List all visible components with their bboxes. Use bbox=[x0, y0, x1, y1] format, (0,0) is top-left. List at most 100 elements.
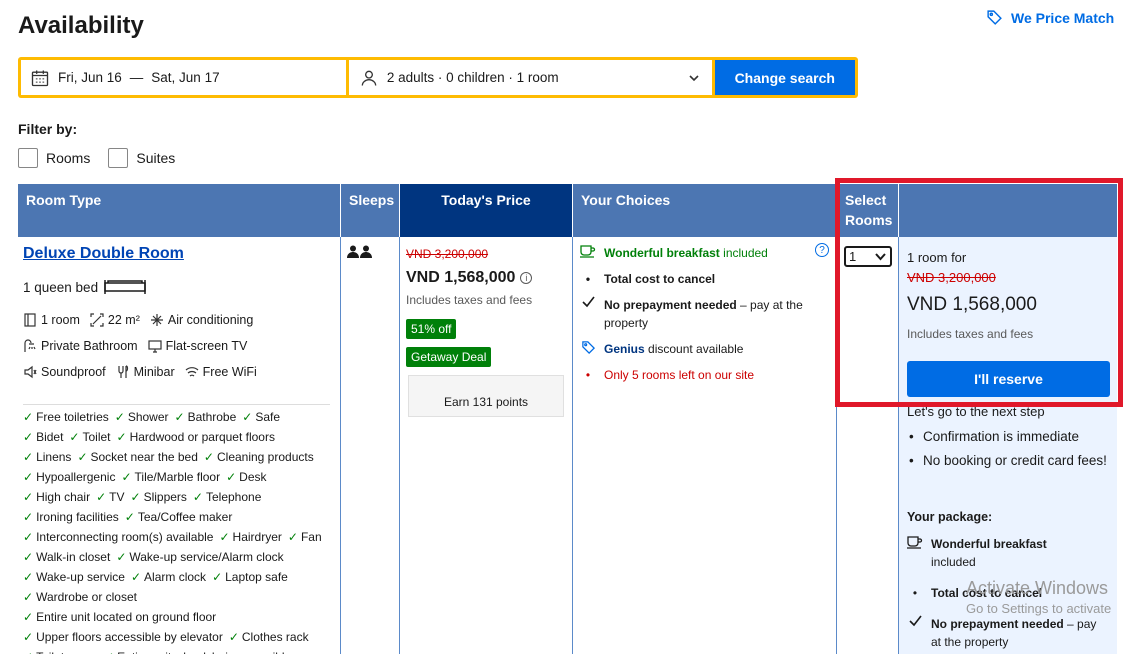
price-cell: VND 3,200,000 VND 1,568,000 i Includes t… bbox=[400, 237, 573, 654]
date-picker[interactable]: Fri, Jun 16 — Sat, Jun 17 bbox=[21, 60, 346, 95]
checkmark-icon: ✓ bbox=[116, 430, 127, 444]
checkmark-icon: ✓ bbox=[121, 470, 132, 484]
bed-icon bbox=[104, 280, 146, 294]
amenity-item: ✓ Tea/Coffee maker bbox=[124, 510, 233, 524]
rooms-label: Rooms bbox=[46, 150, 91, 166]
header-your-choices: Your Choices bbox=[573, 184, 837, 237]
change-search-button[interactable]: Change search bbox=[714, 60, 855, 95]
checkmark-icon bbox=[581, 296, 595, 308]
checkmark-icon: ✓ bbox=[23, 570, 34, 584]
room-type-cell: Deluxe Double Room 1 queen bed 1 room 22… bbox=[18, 237, 341, 654]
amenity-item: ✓ Tile/Marble floor bbox=[121, 470, 221, 484]
points-box: Earn 131 points bbox=[408, 375, 564, 417]
amenity-item: ✓ Telephone bbox=[192, 490, 262, 504]
rooms-for-label: 1 room for bbox=[907, 250, 967, 265]
price-match-label: We Price Match bbox=[1011, 9, 1115, 26]
checkmark-icon: ✓ bbox=[77, 450, 88, 464]
price-match-link[interactable]: We Price Match bbox=[986, 9, 1114, 26]
choice-prepayment: No prepayment needed – pay at the proper… bbox=[580, 296, 830, 332]
checkmark-icon: ✓ bbox=[23, 530, 34, 544]
checkmark-icon: ✓ bbox=[203, 450, 214, 464]
tv-icon bbox=[147, 340, 162, 353]
amenity-item: ✓ High chair bbox=[23, 490, 91, 504]
checkmark-icon: ✓ bbox=[23, 510, 34, 524]
amenity-item: ✓Toilet paper bbox=[23, 650, 98, 654]
filter-suites[interactable]: Suites bbox=[108, 148, 175, 168]
facilities-row-3: Soundproof Minibar Free WiFi bbox=[23, 365, 257, 379]
checkmark-icon: ✓ bbox=[23, 550, 34, 564]
checkmark-icon bbox=[908, 615, 922, 627]
current-price: VND 1,568,000 i bbox=[406, 269, 533, 287]
divider bbox=[23, 404, 330, 405]
amenity-item: ✓ Bidet bbox=[23, 430, 64, 444]
checkmark-icon: ✓ bbox=[219, 530, 230, 544]
bullet-icon: • bbox=[585, 368, 591, 382]
bullet-icon: • bbox=[585, 272, 591, 286]
windows-watermark: Activate Windows Go to Settings to activ… bbox=[966, 578, 1111, 616]
tag-icon bbox=[581, 341, 595, 355]
filter-rooms[interactable]: Rooms bbox=[18, 148, 90, 168]
choice-genius: Genius discount available bbox=[580, 340, 830, 358]
benefits-list: Confirmation is immediate No booking or … bbox=[907, 427, 1107, 471]
room-quantity-select[interactable]: 1 bbox=[844, 246, 892, 267]
rooms-checkbox[interactable] bbox=[18, 148, 38, 168]
checkmark-icon: ✓ bbox=[23, 450, 34, 464]
next-step-label: Let's go to the next step bbox=[907, 404, 1045, 419]
size-icon bbox=[90, 313, 104, 327]
taxes-note: Includes taxes and fees bbox=[406, 293, 533, 307]
search-bar: Fri, Jun 16 — Sat, Jun 17 2 adults · 0 c… bbox=[18, 57, 858, 98]
discount-badge: 51% off bbox=[406, 319, 457, 339]
sleeps-cell bbox=[341, 237, 400, 654]
shower-icon bbox=[24, 339, 36, 352]
watermark-line-2: Go to Settings to activate bbox=[966, 601, 1112, 616]
amenities-list: ✓ Free toiletries ✓ Shower ✓ Bathrobe ✓ Safe ✓ Bi… bbox=[23, 407, 330, 654]
reserve-taxes: Includes taxes and fees bbox=[907, 327, 1034, 341]
room-name-link[interactable]: Deluxe Double Room bbox=[23, 245, 184, 263]
amenity-row: ✓ Hypoallergenic ✓ Tile/Marble floor ✓ Desk bbox=[23, 467, 330, 487]
amenity-item: ✓ Hypoallergenic bbox=[23, 470, 116, 484]
reserve-button[interactable]: I'll reserve bbox=[907, 361, 1110, 397]
checkmark-icon: ✓ bbox=[174, 410, 185, 424]
choice-scarcity: • Only 5 rooms left on our site bbox=[580, 366, 830, 384]
amenity-item: ✓ Socket near the bed bbox=[77, 450, 198, 464]
amenity-item: ✓ Clothes rack bbox=[228, 630, 309, 644]
bed-info: 1 queen bed bbox=[23, 279, 146, 295]
amenity-row: ✓ High chair ✓ TV ✓ Slippers ✓ Telephone bbox=[23, 487, 330, 507]
amenity-item: ✓ Desk bbox=[226, 470, 267, 484]
guests-summary: 2 adults · 0 children · 1 room bbox=[386, 70, 559, 85]
facilities-row-1: 1 room 22 m² Air conditioning bbox=[23, 313, 253, 327]
wifi-icon bbox=[185, 367, 199, 377]
suites-checkbox[interactable] bbox=[108, 148, 129, 168]
amenity-item: ✓ Bathrobe bbox=[174, 410, 237, 424]
reserve-current-price: VND 1,568,000 bbox=[907, 294, 1037, 315]
amenity-row: ✓ Ironing facilities ✓ Tea/Coffee maker bbox=[23, 507, 330, 527]
package-breakfast: Wonderful breakfast included bbox=[907, 535, 1107, 571]
amenity-item: ✓ Interconnecting room(s) available bbox=[23, 530, 214, 544]
package-prepayment: No prepayment needed – pay at the proper… bbox=[907, 615, 1107, 651]
date-separator: — bbox=[129, 70, 144, 85]
header-room-type: Room Type bbox=[18, 184, 341, 237]
amenity-item: ✓ Wake-up service bbox=[23, 570, 125, 584]
checkmark-icon: ✓ bbox=[228, 630, 239, 644]
amenity-item: ✓ Cleaning products bbox=[203, 450, 314, 464]
check-in-date: Fri, Jun 16 bbox=[58, 70, 122, 85]
current-price-value: VND 1,568,000 bbox=[406, 269, 516, 286]
guests-selector[interactable]: 2 adults · 0 children · 1 room bbox=[348, 60, 712, 95]
checkmark-icon: ✓ bbox=[114, 410, 125, 424]
amenity-item: ✓ Walk-in closet bbox=[23, 550, 111, 564]
checkmark-icon: ✓ bbox=[23, 650, 33, 654]
calendar-icon bbox=[31, 70, 49, 86]
info-icon[interactable]: i bbox=[520, 272, 533, 284]
checkmark-icon: ✓ bbox=[124, 510, 135, 524]
choice-breakfast: Wonderful breakfast included bbox=[580, 244, 830, 262]
checkmark-icon: ✓ bbox=[23, 610, 34, 624]
checkmark-icon: ✓ bbox=[96, 490, 107, 504]
amenity-item: ✓ Wake-up service/Alarm clock bbox=[116, 550, 284, 564]
checkmark-icon: ✓ bbox=[130, 490, 141, 504]
soundproof-icon bbox=[24, 365, 37, 379]
benefit-item: No booking or credit card fees! bbox=[907, 451, 1107, 471]
filter-label: Filter by: bbox=[18, 121, 78, 137]
amenity-item: ✓ Upper floors accessible by elevator bbox=[23, 630, 223, 644]
amenity-item: ✓ Free toiletries bbox=[23, 410, 109, 424]
filter-options: Rooms Suites bbox=[18, 148, 175, 168]
